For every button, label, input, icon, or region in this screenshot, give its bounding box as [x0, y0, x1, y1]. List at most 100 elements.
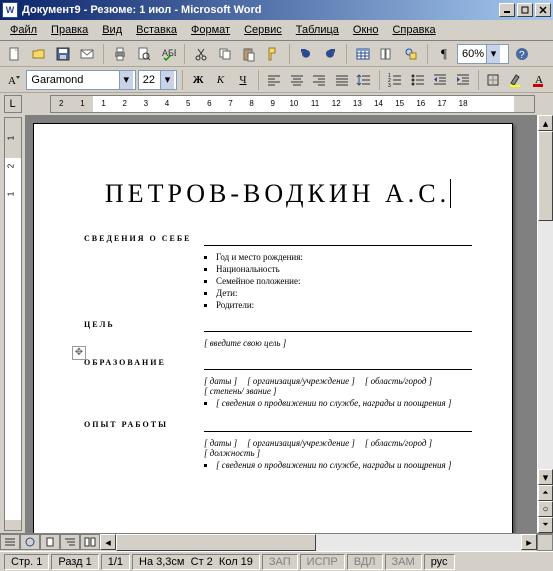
- toolbar-standard: AБВ ¶ 60% ▾ ?: [0, 41, 553, 67]
- help-button[interactable]: ?: [511, 43, 533, 65]
- section-label-goal[interactable]: ЦЕЛЬ: [84, 320, 472, 329]
- decrease-indent-button[interactable]: [430, 69, 450, 91]
- menu-view[interactable]: Вид: [96, 22, 128, 38]
- bulleted-list-button[interactable]: [408, 69, 428, 91]
- status-rec[interactable]: ЗАП: [262, 554, 298, 570]
- scroll-down-button[interactable]: ▾: [538, 469, 553, 485]
- ruler-vertical[interactable]: 121: [4, 117, 22, 531]
- list-item[interactable]: Дети:: [216, 288, 472, 298]
- document-area[interactable]: ПЕТРОВ-ВОДКИН А.С. ✥ СВЕДЕНИЯ О СЕБЕ Год…: [25, 115, 537, 533]
- align-right-button[interactable]: [309, 69, 329, 91]
- status-ext[interactable]: ВДЛ: [347, 554, 383, 570]
- list-item[interactable]: Национальность: [216, 264, 472, 274]
- zoom-combo[interactable]: 60% ▾: [457, 44, 509, 64]
- section-label-about[interactable]: СВЕДЕНИЯ О СЕБЕ: [84, 234, 472, 243]
- line-spacing-button[interactable]: [354, 69, 374, 91]
- highlight-button[interactable]: [506, 69, 526, 91]
- maximize-button[interactable]: [517, 3, 533, 17]
- hscroll-thumb[interactable]: [116, 534, 316, 551]
- menubar: Файл Правка Вид Вставка Формат Сервис Та…: [0, 20, 553, 41]
- open-button[interactable]: [28, 43, 50, 65]
- align-center-button[interactable]: [287, 69, 307, 91]
- mail-button[interactable]: [76, 43, 98, 65]
- print-button[interactable]: [109, 43, 131, 65]
- education-degree[interactable]: [ степень/ звание ]: [204, 386, 472, 396]
- menu-table[interactable]: Таблица: [290, 22, 345, 38]
- new-button[interactable]: [4, 43, 26, 65]
- format-painter-button[interactable]: [262, 43, 284, 65]
- status-trk[interactable]: ИСПР: [300, 554, 345, 570]
- spellcheck-button[interactable]: AБВ: [157, 43, 179, 65]
- experience-row[interactable]: [ даты ] [ организация/учреждение ] [ об…: [204, 438, 472, 448]
- increase-indent-button[interactable]: [452, 69, 472, 91]
- section-label-education[interactable]: ОБРАЗОВАНИЕ: [84, 358, 472, 367]
- experience-detail[interactable]: [ сведения о продвижении по службе, нагр…: [216, 460, 472, 470]
- dropdown-arrow-icon: ▾: [486, 45, 500, 63]
- font-color-button[interactable]: A: [529, 69, 549, 91]
- insert-table-button[interactable]: [352, 43, 374, 65]
- page[interactable]: ПЕТРОВ-ВОДКИН А.С. ✥ СВЕДЕНИЯ О СЕБЕ Год…: [33, 123, 513, 533]
- align-justify-button[interactable]: [331, 69, 351, 91]
- close-button[interactable]: [535, 3, 551, 17]
- align-left-button[interactable]: [264, 69, 284, 91]
- section-label-experience[interactable]: ОПЫТ РАБОТЫ: [84, 420, 472, 429]
- menu-tools[interactable]: Сервис: [238, 22, 288, 38]
- ruler-horizontal[interactable]: 21123456789101112131415161718: [50, 95, 535, 113]
- menu-insert[interactable]: Вставка: [130, 22, 183, 38]
- borders-button[interactable]: [484, 69, 504, 91]
- undo-button[interactable]: [295, 43, 317, 65]
- menu-help[interactable]: Справка: [386, 22, 441, 38]
- web-view-button[interactable]: [20, 534, 40, 550]
- document-heading[interactable]: ПЕТРОВ-ВОДКИН А.С.: [84, 179, 472, 209]
- preview-button[interactable]: [133, 43, 155, 65]
- paste-button[interactable]: [238, 43, 260, 65]
- menu-file[interactable]: Файл: [4, 22, 43, 38]
- menu-format[interactable]: Формат: [185, 22, 236, 38]
- columns-button[interactable]: [376, 43, 398, 65]
- bold-button[interactable]: Ж: [188, 69, 208, 91]
- window-titlebar: W Документ9 - Резюме: 1 июл - Microsoft …: [0, 0, 553, 20]
- tab-type-selector[interactable]: L: [4, 95, 22, 113]
- goal-placeholder[interactable]: [ введите свою цель ]: [204, 338, 472, 348]
- drawing-button[interactable]: [400, 43, 422, 65]
- redo-button[interactable]: [319, 43, 341, 65]
- styles-button[interactable]: A: [4, 69, 24, 91]
- scroll-up-button[interactable]: ▴: [538, 115, 553, 131]
- about-list[interactable]: Год и место рождения: Национальность Сем…: [204, 252, 472, 310]
- show-formatting-button[interactable]: ¶: [433, 43, 455, 65]
- font-name-combo[interactable]: Garamond ▾: [26, 70, 135, 90]
- status-ovr[interactable]: ЗАМ: [385, 554, 422, 570]
- status-lang[interactable]: рус: [424, 554, 455, 570]
- list-item[interactable]: Год и место рождения:: [216, 252, 472, 262]
- minimize-button[interactable]: [499, 3, 515, 17]
- scroll-thumb[interactable]: [538, 131, 553, 221]
- browse-object-button[interactable]: ○: [538, 501, 553, 517]
- reading-view-button[interactable]: [80, 534, 100, 550]
- menu-edit[interactable]: Правка: [45, 22, 94, 38]
- menu-window[interactable]: Окно: [347, 22, 385, 38]
- scroll-right-button[interactable]: ▸: [521, 534, 537, 550]
- list-item[interactable]: Родители:: [216, 300, 472, 310]
- table-anchor-icon[interactable]: ✥: [72, 346, 86, 360]
- next-page-button[interactable]: ⏷: [538, 517, 553, 533]
- list-item[interactable]: Семейное положение:: [216, 276, 472, 286]
- vertical-scrollbar[interactable]: ▴ ▾ ⏶ ○ ⏷: [537, 115, 553, 533]
- experience-position[interactable]: [ должность ]: [204, 448, 472, 458]
- prev-page-button[interactable]: ⏶: [538, 485, 553, 501]
- horizontal-scrollbar[interactable]: ◂ ▸: [100, 534, 537, 551]
- education-detail[interactable]: [ сведения о продвижении по службе, нагр…: [216, 398, 472, 408]
- underline-button[interactable]: Ч: [233, 69, 253, 91]
- copy-button[interactable]: [214, 43, 236, 65]
- save-button[interactable]: [52, 43, 74, 65]
- education-row[interactable]: [ даты ] [ организация/учреждение ] [ об…: [204, 376, 472, 386]
- dropdown-arrow-icon: ▾: [160, 71, 174, 89]
- scroll-left-button[interactable]: ◂: [100, 534, 116, 550]
- italic-button[interactable]: К: [210, 69, 230, 91]
- normal-view-button[interactable]: [0, 534, 20, 550]
- numbered-list-button[interactable]: 123: [385, 69, 405, 91]
- cut-button[interactable]: [190, 43, 212, 65]
- outline-view-button[interactable]: [60, 534, 80, 550]
- view-buttons: [0, 534, 100, 551]
- font-size-combo[interactable]: 22 ▾: [138, 70, 177, 90]
- print-view-button[interactable]: [40, 534, 60, 550]
